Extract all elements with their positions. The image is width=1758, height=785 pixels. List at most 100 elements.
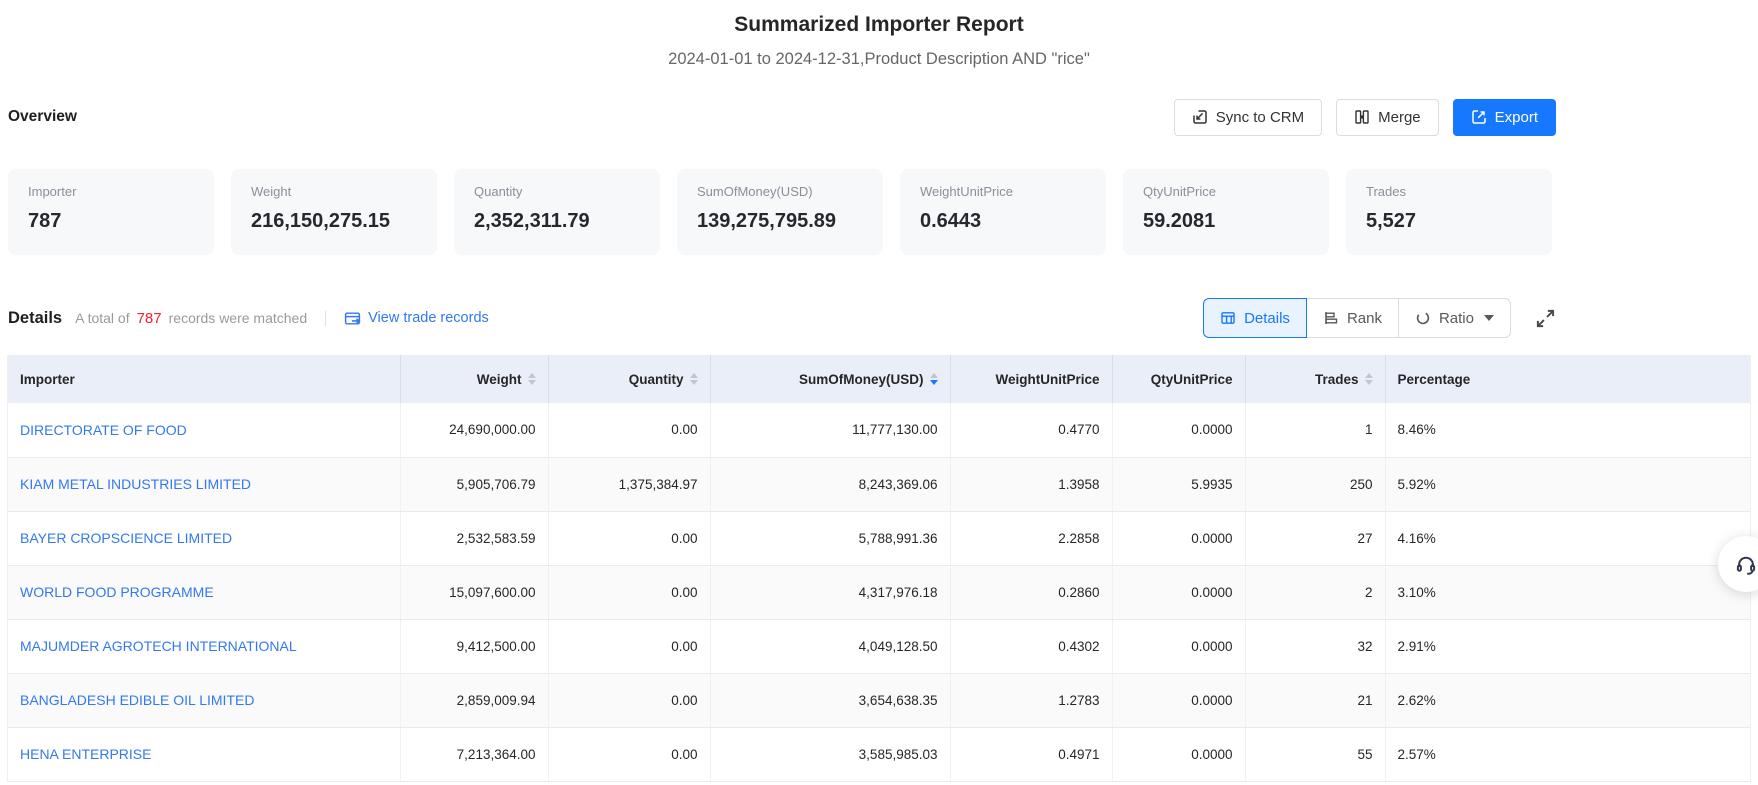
stat-card-value: 216,150,275.15 bbox=[251, 210, 417, 233]
records-matched-suffix: records were matched bbox=[169, 310, 308, 326]
records-matched-prefix: A total of bbox=[75, 310, 129, 326]
importer-link[interactable]: MAJUMDER AGROTECH INTERNATIONAL bbox=[20, 638, 297, 654]
cell-weightunitprice: 2.2858 bbox=[950, 511, 1112, 565]
cell-weight: 7,213,364.00 bbox=[400, 727, 548, 781]
overview-bar: Overview Sync to CRM Merge bbox=[8, 97, 1556, 137]
rank-bars-icon bbox=[1323, 310, 1339, 326]
cell-qtyunitprice: 0.0000 bbox=[1112, 565, 1245, 619]
cell-trades: 27 bbox=[1245, 511, 1385, 565]
export-icon bbox=[1471, 109, 1487, 125]
cell-qtyunitprice: 0.0000 bbox=[1112, 673, 1245, 727]
table-row: WORLD FOOD PROGRAMME15,097,600.000.004,3… bbox=[8, 565, 1750, 619]
column-header-weight[interactable]: Weight bbox=[400, 355, 548, 403]
stat-card-importer: Importer787 bbox=[8, 169, 214, 255]
stat-card-value: 139,275,795.89 bbox=[697, 210, 863, 233]
cell-percentage: 2.62% bbox=[1385, 673, 1750, 727]
view-trade-records-link[interactable]: View trade records bbox=[344, 310, 489, 327]
cell-percentage: 8.46% bbox=[1385, 403, 1750, 457]
cell-importer: DIRECTORATE OF FOOD bbox=[8, 403, 400, 457]
stat-card-label: Weight bbox=[251, 184, 417, 199]
overview-section-title: Overview bbox=[8, 108, 77, 126]
stat-card-label: SumOfMoney(USD) bbox=[697, 184, 863, 199]
sync-import-icon bbox=[1192, 109, 1208, 125]
cell-percentage: 2.91% bbox=[1385, 619, 1750, 673]
cell-weight: 9,412,500.00 bbox=[400, 619, 548, 673]
sort-carets-icon bbox=[930, 373, 938, 385]
export-label: Export bbox=[1495, 109, 1538, 126]
cell-quantity: 0.00 bbox=[548, 511, 710, 565]
cell-quantity: 1,375,384.97 bbox=[548, 457, 710, 511]
column-header-label: Trades bbox=[1315, 372, 1359, 387]
cell-percentage: 4.16% bbox=[1385, 511, 1750, 565]
headset-icon bbox=[1734, 552, 1758, 576]
column-header-label: QtyUnitPrice bbox=[1151, 372, 1233, 387]
column-header-quantity[interactable]: Quantity bbox=[548, 355, 710, 403]
table-row: BANGLADESH EDIBLE OIL LIMITED 2,859,009.9… bbox=[8, 673, 1750, 727]
cell-trades: 55 bbox=[1245, 727, 1385, 781]
importer-link[interactable]: WORLD FOOD PROGRAMME bbox=[20, 584, 214, 600]
cell-importer: WORLD FOOD PROGRAMME bbox=[8, 565, 400, 619]
cell-trades: 1 bbox=[1245, 403, 1385, 457]
cell-weight: 5,905,706.79 bbox=[400, 457, 548, 511]
ratio-view-button[interactable]: Ratio bbox=[1398, 298, 1511, 338]
overview-actions: Sync to CRM Merge Export bbox=[1174, 99, 1556, 136]
stat-card-weight: Weight 216,150,275.15 bbox=[231, 169, 437, 255]
column-header-label: WeightUnitPrice bbox=[995, 372, 1099, 387]
stat-card-value: 0.6443 bbox=[920, 210, 1086, 233]
merge-button[interactable]: Merge bbox=[1336, 99, 1439, 136]
cell-sumofmoney-usd: 3,654,638.35 bbox=[710, 673, 950, 727]
cell-qtyunitprice: 0.0000 bbox=[1112, 619, 1245, 673]
column-header-qtyunitprice: QtyUnitPrice bbox=[1112, 355, 1245, 403]
sync-to-crm-button[interactable]: Sync to CRM bbox=[1174, 99, 1322, 136]
cell-weightunitprice: 0.4302 bbox=[950, 619, 1112, 673]
stat-card-weightunitprice: WeightUnitPrice 0.6443 bbox=[900, 169, 1106, 255]
details-view-button[interactable]: Details bbox=[1203, 298, 1307, 338]
cell-qtyunitprice: 0.0000 bbox=[1112, 511, 1245, 565]
column-header-label: Quantity bbox=[629, 372, 684, 387]
cell-qtyunitprice: 5.9935 bbox=[1112, 457, 1245, 511]
summarized-importer-report-page: Summarized Importer Report 2024-01-01 to… bbox=[0, 10, 1758, 782]
page-title: Summarized Importer Report bbox=[0, 10, 1758, 40]
details-section-title: Details bbox=[8, 309, 62, 328]
cell-percentage: 2.57% bbox=[1385, 727, 1750, 781]
cell-weight: 2,859,009.94 bbox=[400, 673, 548, 727]
importer-link[interactable]: BANGLADESH EDIBLE OIL LIMITED bbox=[20, 692, 254, 708]
column-header-importer: Importer bbox=[8, 355, 400, 403]
stat-card-qtyunitprice: QtyUnitPrice59.2081 bbox=[1123, 169, 1329, 255]
cell-weightunitprice: 1.2783 bbox=[950, 673, 1112, 727]
stat-card-quantity: Quantity2,352,311.79 bbox=[454, 169, 660, 255]
cell-weightunitprice: 0.2860 bbox=[950, 565, 1112, 619]
cell-weight: 2,532,583.59 bbox=[400, 511, 548, 565]
merge-icon bbox=[1354, 109, 1370, 125]
importer-link[interactable]: DIRECTORATE OF FOOD bbox=[20, 422, 187, 438]
rank-view-button[interactable]: Rank bbox=[1306, 298, 1399, 338]
column-header-label: Weight bbox=[477, 372, 522, 387]
cell-trades: 2 bbox=[1245, 565, 1385, 619]
cell-quantity: 0.00 bbox=[548, 727, 710, 781]
cell-percentage: 3.10% bbox=[1385, 565, 1750, 619]
stat-card-label: WeightUnitPrice bbox=[920, 184, 1086, 199]
vertical-divider bbox=[325, 311, 326, 326]
fullscreen-button[interactable] bbox=[1535, 308, 1556, 329]
sync-to-crm-label: Sync to CRM bbox=[1216, 109, 1304, 126]
stat-card-value: 2,352,311.79 bbox=[474, 210, 640, 233]
column-header-trades[interactable]: Trades bbox=[1245, 355, 1385, 403]
report-subtitle: 2024-01-01 to 2024-12-31,Product Descrip… bbox=[0, 47, 1758, 71]
cell-weight: 15,097,600.00 bbox=[400, 565, 548, 619]
importer-link[interactable]: KIAM METAL INDUSTRIES LIMITED bbox=[20, 476, 251, 492]
export-button[interactable]: Export bbox=[1453, 99, 1556, 136]
cell-trades: 32 bbox=[1245, 619, 1385, 673]
cell-weightunitprice: 0.4971 bbox=[950, 727, 1112, 781]
column-header-sumofmoney-usd[interactable]: SumOfMoney(USD) bbox=[710, 355, 950, 403]
column-header-label: Percentage bbox=[1398, 372, 1471, 387]
importer-table: Importer Weight Quantity SumOfMoney(USD) Wei… bbox=[7, 355, 1751, 782]
cell-importer: HENA ENTERPRISE bbox=[8, 727, 400, 781]
view-switcher: Details Rank Ratio bbox=[1203, 298, 1556, 338]
ratio-view-label: Ratio bbox=[1439, 310, 1474, 327]
cell-sumofmoney-usd: 4,317,976.18 bbox=[710, 565, 950, 619]
importer-link[interactable]: HENA ENTERPRISE bbox=[20, 746, 151, 762]
details-view-label: Details bbox=[1244, 310, 1290, 327]
importer-link[interactable]: BAYER CROPSCIENCE LIMITED bbox=[20, 530, 232, 546]
table-row: BAYER CROPSCIENCE LIMITED2,532,583.590.0… bbox=[8, 511, 1750, 565]
trade-records-icon bbox=[344, 310, 361, 327]
